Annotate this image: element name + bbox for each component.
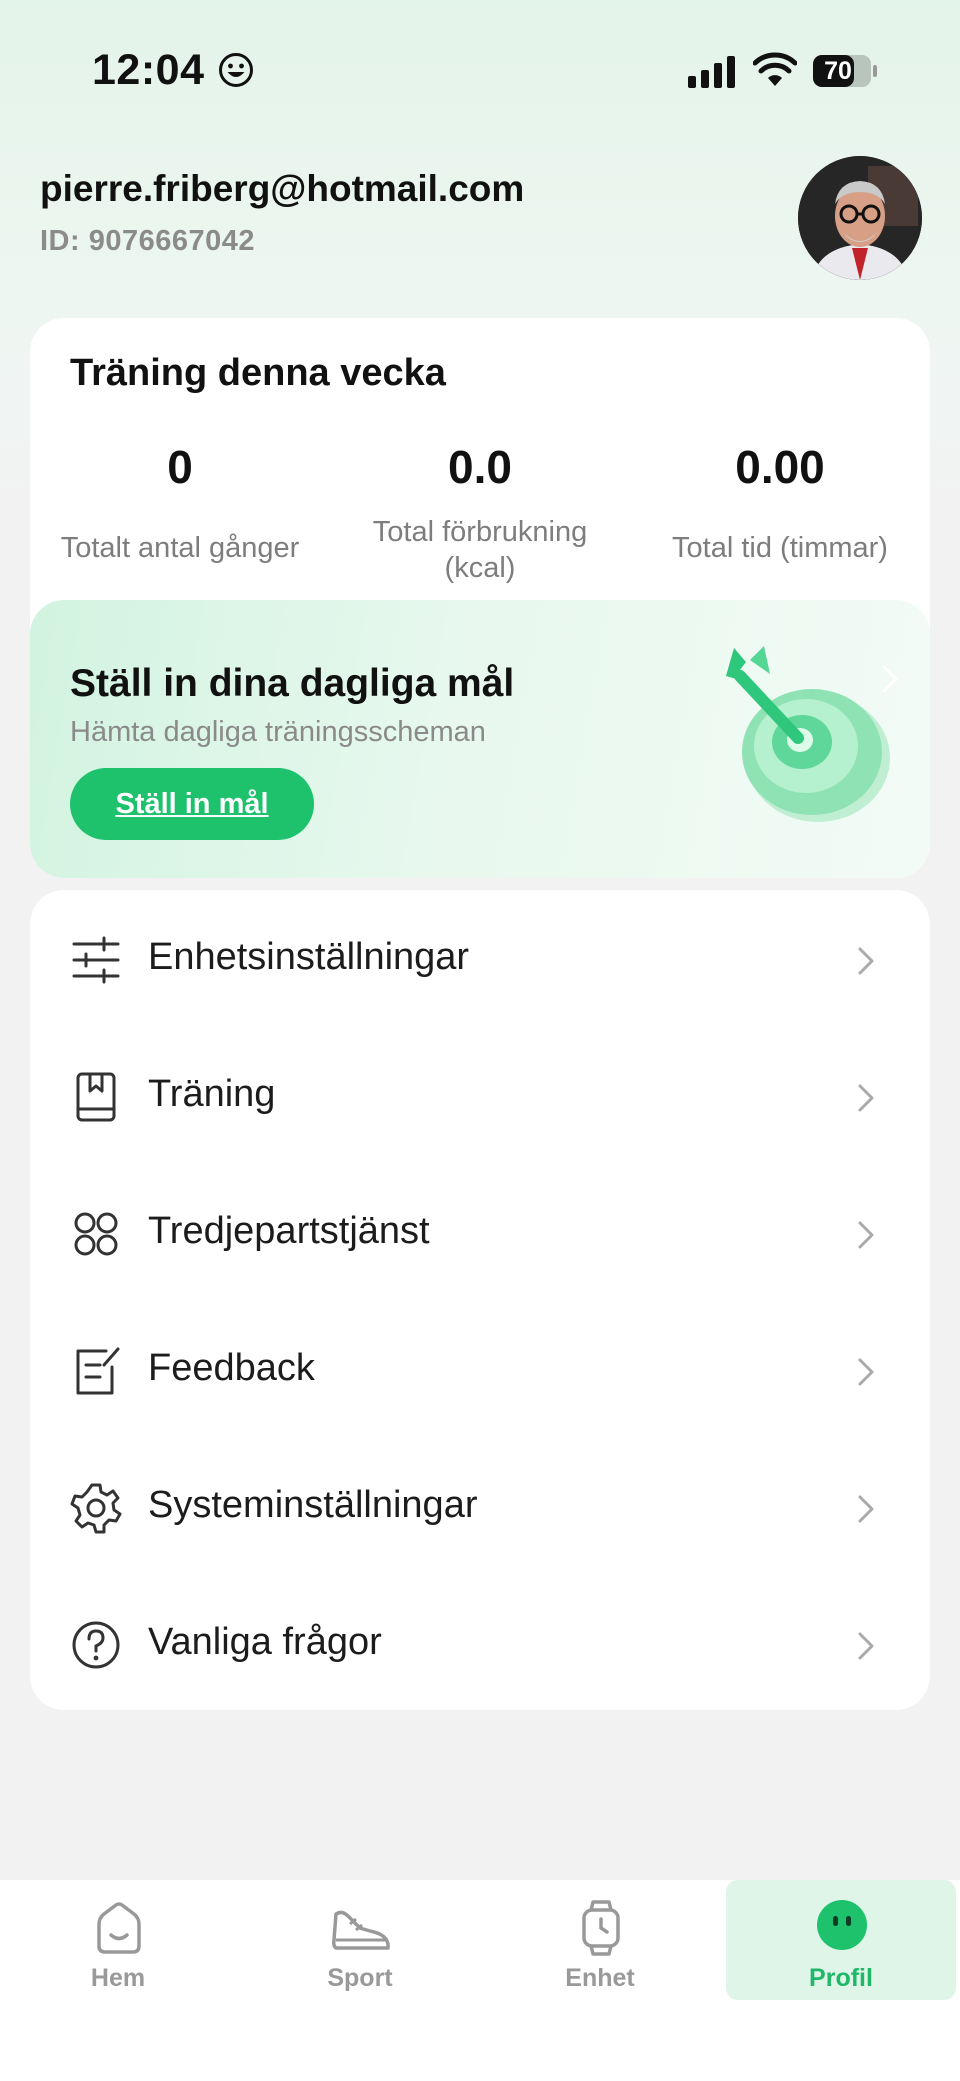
user-email: pierre.friberg@hotmail.com [40,168,525,209]
book-icon [76,1072,116,1122]
daily-goal-banner[interactable]: Ställ in dina dagliga mål Hämta dagliga … [30,600,930,878]
menu-item-training[interactable]: Träning [30,1027,930,1164]
smiley-icon [219,53,253,87]
menu-label-feedback: Feedback [148,1347,315,1389]
stat-kcal-label-line1: Total förbrukning [372,516,588,548]
home-icon [97,1902,141,1954]
apps-icon [74,1212,118,1256]
feedback-icon [76,1347,120,1395]
settings-menu: Enhetsinställningar Träning Tredjepartst… [30,890,930,1710]
stat-kcal-value: 0.0 [448,441,512,493]
battery-indicator: 70 [812,53,878,89]
bottom-nav: Hem Sport Enhet Profil [0,1880,960,2081]
chevron-right-icon [858,947,874,975]
sliders-icon [72,936,120,984]
goal-subtitle: Hämta dagliga träningsscheman [70,716,486,748]
menu-item-third-party[interactable]: Tredjepartstjänst [30,1164,930,1301]
menu-label-device-settings: Enhetsinställningar [148,936,470,978]
menu-label-faq: Vanliga frågor [148,1621,382,1663]
chevron-right-icon [858,1358,874,1386]
stat-kcal-label: Total förbrukning (kcal) [330,514,630,586]
stat-kcal-label-line2: (kcal) [444,552,516,584]
stat-time-value: 0.00 [735,441,825,493]
nav-profile-label: Profil [809,1964,873,1992]
watch-icon [582,1900,620,1956]
menu-label-training: Träning [148,1073,276,1115]
menu-item-system-settings[interactable]: Systeminställningar [30,1438,930,1575]
set-goal-button[interactable]: Ställ in mål [70,768,314,840]
chevron-right-icon [858,1221,874,1249]
target-icon [726,646,890,822]
signal-icon [688,56,735,88]
avatar[interactable] [798,156,922,280]
menu-item-faq[interactable]: Vanliga frågor [30,1575,930,1712]
battery-percent: 70 [824,57,852,85]
gear-icon [70,1483,122,1534]
menu-label-third-party: Tredjepartstjänst [148,1210,430,1252]
goal-title: Ställ in dina dagliga mål [70,662,515,705]
chevron-right-icon [858,1084,874,1112]
nav-device-label: Enhet [565,1964,635,1992]
nav-home[interactable]: Hem [3,1880,233,2000]
nav-profile[interactable]: Profil [726,1880,956,2000]
status-time: 12:04 [92,46,205,94]
menu-item-feedback[interactable]: Feedback [30,1301,930,1438]
nav-device[interactable]: Enhet [485,1880,715,2000]
stat-total-count-value: 0 [167,441,193,493]
menu-item-device-settings[interactable]: Enhetsinställningar [30,890,930,1027]
nav-home-label: Hem [90,1964,146,1992]
goal-chevron-right-icon [882,665,898,693]
chevron-right-icon [858,1632,874,1660]
question-icon [72,1621,120,1669]
user-id: ID: 9076667042 [40,225,255,257]
weekly-training-card: Träning denna vecka 0 Totalt antal gånge… [30,318,930,878]
stat-time-label: Total tid (timmar) [672,532,888,564]
wifi-icon [753,52,797,86]
profile-icon [817,1900,867,1950]
chevron-right-icon [858,1495,874,1523]
menu-label-system-settings: Systeminställningar [148,1484,478,1526]
nav-sport[interactable]: Sport [245,1880,475,2000]
weekly-title: Träning denna vecka [70,352,446,394]
shoe-icon [332,1910,390,1950]
nav-sport-label: Sport [327,1964,393,1992]
stat-total-count-label: Totalt antal gånger [60,532,300,564]
